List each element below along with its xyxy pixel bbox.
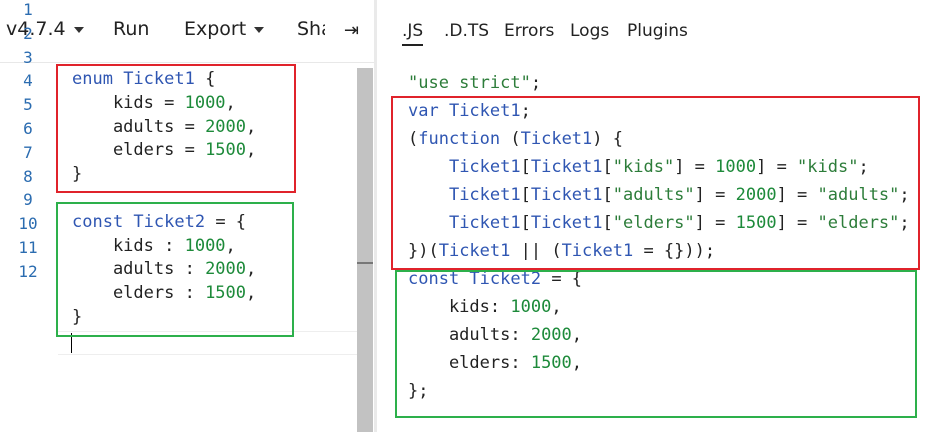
run-label: Run: [113, 18, 150, 40]
object-highlight-box: [56, 202, 294, 337]
export-dropdown[interactable]: Export: [184, 18, 265, 40]
editor-scrollbar-thumb[interactable]: [357, 68, 373, 432]
output-line: "use strict";: [408, 73, 541, 93]
line-number: 6: [23, 119, 33, 138]
chevron-down-icon: [254, 26, 265, 33]
chevron-down-icon: [73, 26, 84, 33]
line-number: 3: [23, 47, 33, 67]
run-button[interactable]: Run: [113, 18, 149, 40]
line-number: 4: [23, 71, 33, 91]
tab-js[interactable]: .JS: [402, 21, 424, 46]
line-number: 10: [18, 214, 38, 234]
line-number: 7: [23, 142, 33, 162]
export-label: Export: [184, 18, 247, 40]
line-number: 11: [18, 238, 38, 257]
editor-pane: v4.7.4 Run Export Share ⇥ 12345678910111…: [0, 0, 374, 432]
tab-logs[interactable]: Logs: [570, 21, 609, 41]
code-token: ;: [530, 73, 542, 93]
line-number: 1: [23, 0, 33, 19]
share-button[interactable]: Share: [297, 18, 325, 40]
output-pane: .JS .D.TS Errors Logs Plugins "use stric…: [377, 0, 927, 432]
tab-dts[interactable]: .D.TS: [444, 21, 489, 41]
compiled-object-highlight-box: [395, 270, 917, 418]
scrollbar-marker: [357, 262, 373, 264]
playground-toolbar: v4.7.4 Run Export Share ⇥: [0, 0, 374, 63]
line-number: 5: [23, 95, 33, 115]
share-label: Share: [297, 18, 325, 40]
enum-highlight-box: [56, 64, 296, 193]
collapse-right-arrow-icon[interactable]: ⇥: [344, 20, 359, 41]
tab-errors[interactable]: Errors: [504, 21, 554, 41]
line-number: 8: [23, 166, 33, 186]
line-number: 12: [18, 261, 38, 281]
output-tabs: .JS .D.TS Errors Logs Plugins: [377, 0, 927, 62]
line-number: 2: [23, 23, 33, 43]
tab-plugins[interactable]: Plugins: [627, 21, 688, 41]
line-number: 9: [23, 190, 33, 210]
code-token: "use strict": [408, 73, 531, 93]
compiled-enum-highlight-box: [391, 96, 920, 270]
